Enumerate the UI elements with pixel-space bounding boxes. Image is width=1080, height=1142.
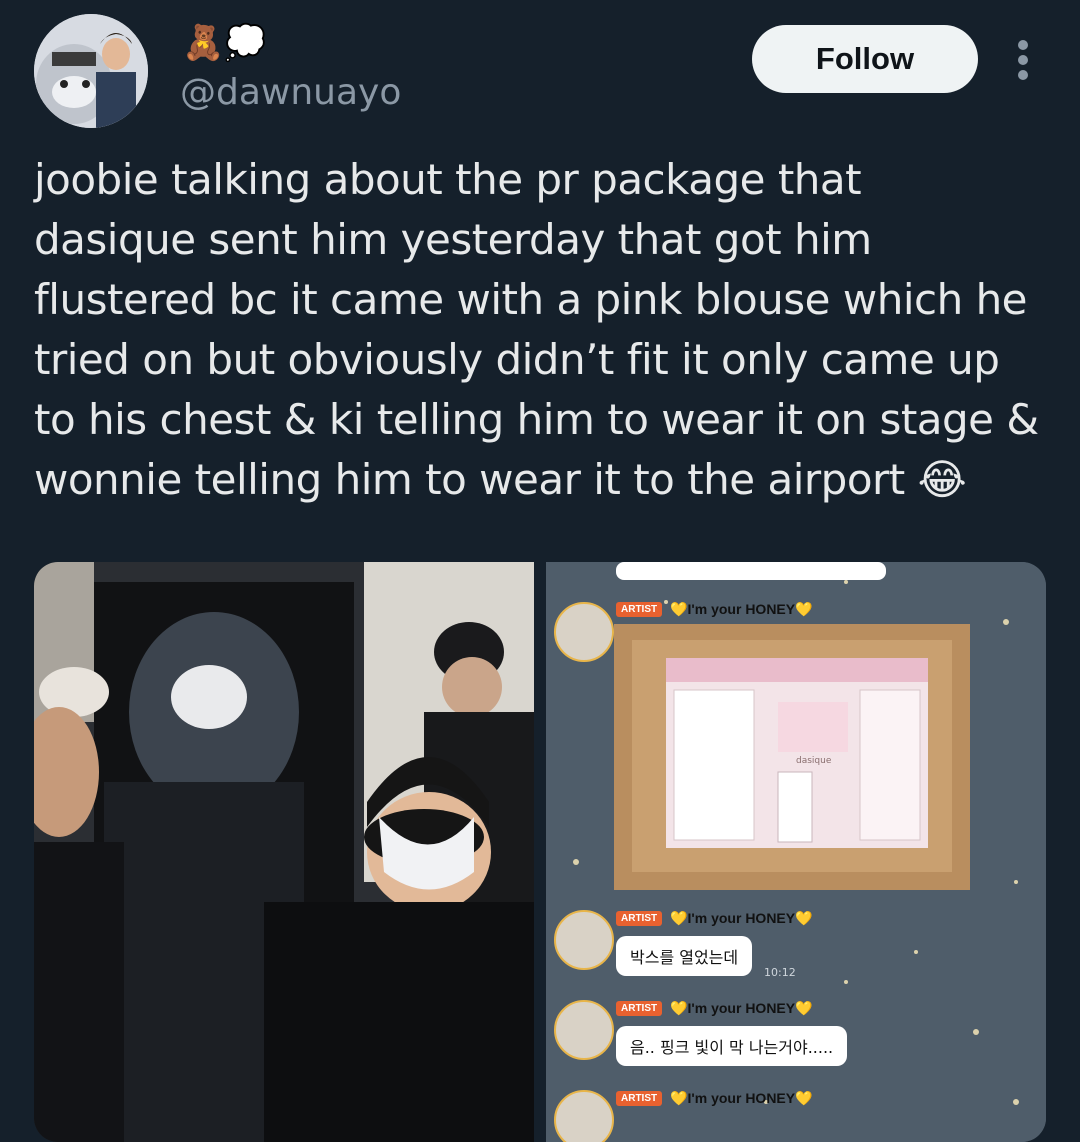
more-vertical-icon[interactable] bbox=[1010, 40, 1036, 80]
artist-badge: ARTIST bbox=[616, 601, 663, 617]
display-name-emoji: 🧸💭 bbox=[182, 23, 267, 63]
artist-badge: ARTIST bbox=[616, 910, 663, 926]
chat-sender-row: ARTIST 💛I'm your HONEY💛 bbox=[616, 997, 813, 1019]
artist-avatar bbox=[554, 1000, 614, 1060]
artist-avatar bbox=[554, 1090, 614, 1142]
sender-name: 💛I'm your HONEY💛 bbox=[670, 1089, 813, 1106]
photo-group-selfie[interactable] bbox=[34, 562, 534, 1142]
sender-name: 💛I'm your HONEY💛 bbox=[670, 909, 813, 926]
artist-avatar bbox=[554, 910, 614, 970]
artist-badge: ARTIST bbox=[616, 1000, 663, 1016]
artist-avatar bbox=[554, 602, 614, 662]
chat-sender-row: ARTIST 💛I'm your HONEY💛 bbox=[616, 598, 813, 620]
chat-message: 음.. 핑크 빛이 막 나는거야..... bbox=[616, 1026, 848, 1066]
user-handle[interactable]: @dawnuayo bbox=[180, 72, 401, 113]
sender-name: 💛I'm your HONEY💛 bbox=[670, 999, 813, 1016]
package-label: dasique bbox=[796, 756, 832, 766]
follow-button[interactable]: Follow bbox=[752, 25, 978, 93]
chat-sender-row: ARTIST 💛I'm your HONEY💛 bbox=[616, 1087, 813, 1109]
profile-avatar[interactable] bbox=[34, 14, 148, 128]
message-time: 10:12 bbox=[764, 966, 796, 979]
tweet-text: joobie talking about the pr package that… bbox=[34, 155, 1039, 504]
photo-chat-screenshot[interactable]: ARTIST 💛I'm your HONEY💛 dasique ARTIST 💛… bbox=[546, 562, 1046, 1142]
chat-sender-row: ARTIST 💛I'm your HONEY💛 bbox=[616, 907, 813, 929]
chat-message: 박스를 열었는데 bbox=[616, 936, 753, 976]
artist-badge: ARTIST bbox=[616, 1090, 663, 1106]
sender-name: 💛I'm your HONEY💛 bbox=[670, 600, 813, 617]
tweet-media[interactable]: ARTIST 💛I'm your HONEY💛 dasique ARTIST 💛… bbox=[34, 562, 1046, 1142]
